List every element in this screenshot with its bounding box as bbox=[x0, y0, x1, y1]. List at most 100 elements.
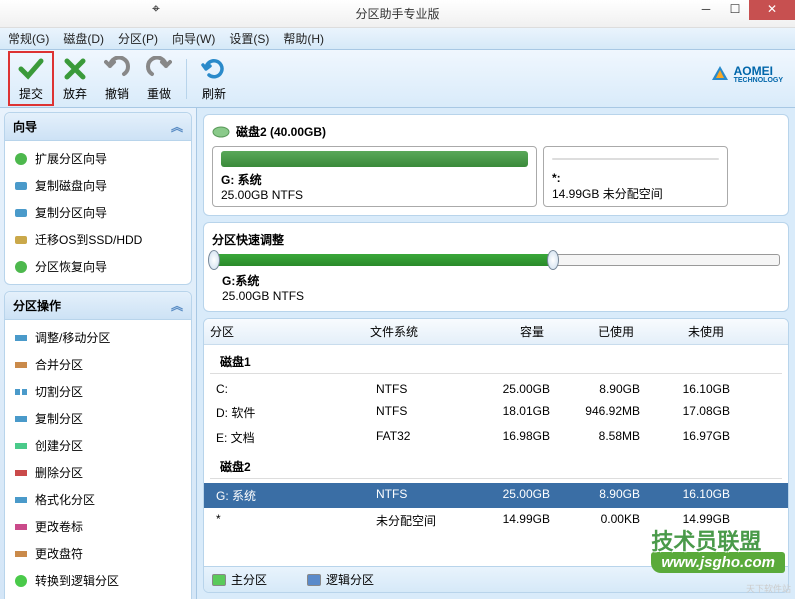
undo-label: 撤销 bbox=[105, 85, 129, 102]
brand-line1: AOMEI bbox=[734, 65, 783, 77]
ops-panel-body: 调整/移动分区 合并分区 切割分区 复制分区 创建分区 删除分区 格式化分区 更… bbox=[5, 320, 191, 599]
legend-box-primary bbox=[212, 574, 226, 586]
window-title: 分区助手专业版 bbox=[355, 5, 439, 22]
partition-unalloc[interactable]: *: 14.99GB 未分配空间 bbox=[543, 146, 728, 207]
toolbar: 提交 放弃 撤销 重做 刷新 AOMEI TECHNOLOGY bbox=[0, 50, 795, 108]
redo-button[interactable]: 重做 bbox=[138, 55, 180, 102]
quick-size: 25.00GB NTFS bbox=[222, 289, 780, 303]
sidebar-item-copy[interactable]: 复制分区 bbox=[7, 405, 189, 432]
convert-icon bbox=[13, 573, 29, 589]
table-row-selected[interactable]: G: 系统NTFS25.00GB8.90GB16.10GB bbox=[204, 483, 788, 508]
maximize-button[interactable]: ☐ bbox=[721, 0, 749, 20]
submit-button[interactable]: 提交 bbox=[8, 51, 54, 106]
collapse-icon: ︽ bbox=[171, 118, 183, 135]
sidebar-item-create[interactable]: 创建分区 bbox=[7, 432, 189, 459]
collapse-icon: ︽ bbox=[171, 297, 183, 314]
table-row[interactable]: D: 软件NTFS18.01GB946.92MB17.08GB bbox=[204, 400, 788, 425]
menu-disk[interactable]: 磁盘(D) bbox=[63, 30, 104, 47]
sidebar-item-convert[interactable]: 转换到逻辑分区 bbox=[7, 567, 189, 594]
col-partition[interactable]: 分区 bbox=[204, 319, 364, 344]
quick-adjust-box: 分区快速调整 G:系统 25.00GB NTFS bbox=[203, 222, 789, 312]
menu-wizard[interactable]: 向导(W) bbox=[172, 30, 215, 47]
sidebar-item-split[interactable]: 切割分区 bbox=[7, 378, 189, 405]
table-row[interactable]: E: 文档FAT3216.98GB8.58MB16.97GB bbox=[204, 425, 788, 450]
copy-disk-icon bbox=[13, 178, 29, 194]
sidebar-item-migrate[interactable]: 迁移OS到SSD/HDD bbox=[7, 226, 189, 253]
sidebar-item-resize[interactable]: 调整/移动分区 bbox=[7, 324, 189, 351]
sidebar-item-format[interactable]: 格式化分区 bbox=[7, 486, 189, 513]
copy-icon bbox=[13, 411, 29, 427]
partition-bar bbox=[221, 151, 528, 167]
disk-header: 磁盘2 (40.00GB) bbox=[212, 123, 780, 140]
discard-button[interactable]: 放弃 bbox=[54, 55, 96, 102]
menu-help[interactable]: 帮助(H) bbox=[283, 30, 324, 47]
recover-icon bbox=[13, 259, 29, 275]
quick-name: G:系统 bbox=[222, 272, 780, 289]
ops-panel-header[interactable]: 分区操作 ︽ bbox=[5, 292, 191, 320]
refresh-icon bbox=[200, 55, 228, 83]
label-icon bbox=[13, 519, 29, 535]
toolbar-separator bbox=[186, 59, 187, 99]
col-unused[interactable]: 未使用 bbox=[640, 319, 730, 344]
undo-icon bbox=[103, 55, 131, 83]
redo-label: 重做 bbox=[147, 85, 171, 102]
menu-partition[interactable]: 分区(P) bbox=[118, 30, 158, 47]
x-icon bbox=[61, 55, 89, 83]
disk-icon bbox=[212, 125, 230, 139]
migrate-icon bbox=[13, 232, 29, 248]
sidebar: 向导 ︽ 扩展分区向导 复制磁盘向导 复制分区向导 迁移OS到SSD/HDD 分… bbox=[0, 108, 197, 599]
table-header: 分区 文件系统 容量 已使用 未使用 bbox=[204, 319, 788, 345]
check-icon bbox=[17, 55, 45, 83]
refresh-button[interactable]: 刷新 bbox=[193, 55, 235, 102]
watermark: 技术员联盟 www.jsgho.com bbox=[651, 524, 785, 573]
col-used[interactable]: 已使用 bbox=[550, 319, 640, 344]
slider-fill bbox=[212, 254, 553, 266]
cursor-indicator: ⌖ bbox=[152, 0, 160, 17]
content-area: 磁盘2 (40.00GB) G: 系统 25.00GB NTFS *: 14.9… bbox=[197, 108, 795, 599]
titlebar: ⌖ 分区助手专业版 ─ ☐ ✕ bbox=[0, 0, 795, 28]
sidebar-item-label[interactable]: 更改卷标 bbox=[7, 513, 189, 540]
split-icon bbox=[13, 384, 29, 400]
sidebar-item-wipe[interactable]: 擦除分区 bbox=[7, 594, 189, 599]
col-capacity[interactable]: 容量 bbox=[460, 319, 550, 344]
resize-slider[interactable] bbox=[212, 254, 780, 266]
merge-icon bbox=[13, 357, 29, 373]
wizard-panel-header[interactable]: 向导 ︽ bbox=[5, 113, 191, 141]
minimize-button[interactable]: ─ bbox=[691, 0, 721, 20]
ops-title: 分区操作 bbox=[13, 297, 61, 314]
sidebar-item-copydisk[interactable]: 复制磁盘向导 bbox=[7, 172, 189, 199]
redo-icon bbox=[145, 55, 173, 83]
quick-title: 分区快速调整 bbox=[212, 231, 780, 248]
col-fs[interactable]: 文件系统 bbox=[364, 319, 460, 344]
menu-settings[interactable]: 设置(S) bbox=[229, 30, 269, 47]
format-icon bbox=[13, 492, 29, 508]
sidebar-item-delete[interactable]: 删除分区 bbox=[7, 459, 189, 486]
legend-primary: 主分区 bbox=[212, 571, 267, 588]
wizard-panel-body: 扩展分区向导 复制磁盘向导 复制分区向导 迁移OS到SSD/HDD 分区恢复向导 bbox=[5, 141, 191, 284]
legend-logical: 逻辑分区 bbox=[307, 571, 374, 588]
legend-box-logical bbox=[307, 574, 321, 586]
sidebar-item-extend[interactable]: 扩展分区向导 bbox=[7, 145, 189, 172]
sidebar-item-letter[interactable]: 更改盘符 bbox=[7, 540, 189, 567]
disk-box: 磁盘2 (40.00GB) G: 系统 25.00GB NTFS *: 14.9… bbox=[203, 114, 789, 216]
slider-handle-left[interactable] bbox=[208, 250, 220, 270]
slider-handle-right[interactable] bbox=[547, 250, 559, 270]
main-area: 向导 ︽ 扩展分区向导 复制磁盘向导 复制分区向导 迁移OS到SSD/HDD 分… bbox=[0, 108, 795, 599]
discard-label: 放弃 bbox=[63, 85, 87, 102]
aomei-icon bbox=[710, 64, 730, 84]
menu-general[interactable]: 常规(G) bbox=[8, 30, 49, 47]
submit-label: 提交 bbox=[19, 85, 43, 102]
table-group-disk2: 磁盘2 bbox=[210, 450, 782, 479]
close-button[interactable]: ✕ bbox=[749, 0, 795, 20]
undo-button[interactable]: 撤销 bbox=[96, 55, 138, 102]
sidebar-item-recover[interactable]: 分区恢复向导 bbox=[7, 253, 189, 280]
create-icon bbox=[13, 438, 29, 454]
brand-logo: AOMEI TECHNOLOGY bbox=[710, 64, 783, 84]
table-row[interactable]: C:NTFS25.00GB8.90GB16.10GB bbox=[204, 378, 788, 400]
extend-icon bbox=[13, 151, 29, 167]
window-controls: ─ ☐ ✕ bbox=[691, 0, 795, 20]
sidebar-item-merge[interactable]: 合并分区 bbox=[7, 351, 189, 378]
wizard-title: 向导 bbox=[13, 118, 37, 135]
sidebar-item-copypart[interactable]: 复制分区向导 bbox=[7, 199, 189, 226]
partition-g[interactable]: G: 系统 25.00GB NTFS bbox=[212, 146, 537, 207]
